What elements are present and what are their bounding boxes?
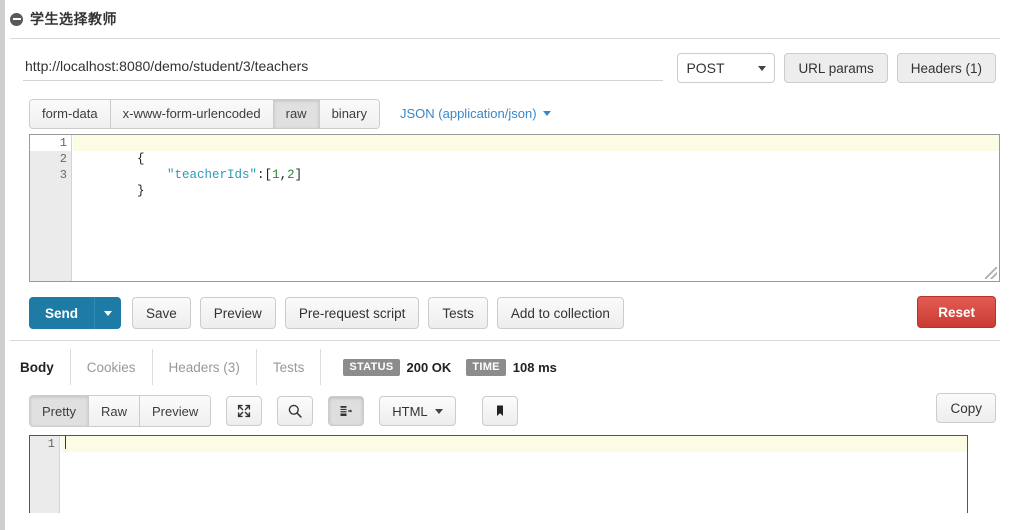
code-token: { bbox=[137, 152, 145, 166]
save-button[interactable]: Save bbox=[132, 297, 191, 329]
status-badge-label: STATUS bbox=[343, 358, 400, 376]
method-select[interactable]: POST bbox=[677, 53, 776, 83]
response-tab-headers[interactable]: Headers (3) bbox=[153, 349, 257, 385]
add-to-collection-button[interactable]: Add to collection bbox=[496, 297, 624, 329]
request-actions-row: Send Save Preview Pre-request script Tes… bbox=[5, 282, 1010, 330]
time-badge-label: TIME bbox=[466, 358, 506, 376]
view-mode-pretty[interactable]: Pretty bbox=[30, 396, 89, 426]
view-mode-preview[interactable]: Preview bbox=[139, 396, 211, 426]
pre-request-script-button[interactable]: Pre-request script bbox=[284, 297, 420, 329]
code-token-key: "teacherIds" bbox=[167, 168, 258, 182]
url-params-button[interactable]: URL params bbox=[784, 53, 888, 83]
code-line: "teacherIds":[1,2] bbox=[73, 151, 999, 182]
response-format-label: HTML bbox=[392, 403, 428, 419]
response-body-editor[interactable]: 1 bbox=[29, 435, 968, 513]
expand-arrows-icon-button[interactable] bbox=[226, 396, 263, 426]
body-type-binary[interactable]: binary bbox=[319, 99, 379, 128]
status-value: 200 OK bbox=[406, 359, 452, 375]
request-url-row: POST URL params Headers (1) bbox=[5, 39, 1010, 85]
body-type-segmented-control: form-data x-www-form-urlencoded raw bina… bbox=[29, 98, 380, 129]
gutter-line-number: 2 bbox=[59, 152, 67, 166]
wrap-lines-icon bbox=[340, 406, 353, 416]
bookmark-icon bbox=[496, 405, 503, 416]
response-format-dropdown[interactable]: HTML bbox=[379, 396, 456, 426]
chevron-down-icon bbox=[758, 65, 767, 71]
page-title: 学生选择教师 bbox=[30, 11, 117, 27]
response-tab-tests[interactable]: Tests bbox=[257, 349, 322, 385]
expand-arrows-icon bbox=[238, 404, 251, 418]
code-token: , bbox=[279, 168, 288, 182]
caret-down-icon bbox=[104, 310, 113, 316]
send-button[interactable]: Send bbox=[29, 297, 95, 329]
reset-button[interactable]: Reset bbox=[917, 296, 996, 328]
tests-button[interactable]: Tests bbox=[428, 297, 488, 329]
code-line bbox=[61, 436, 967, 452]
caret-down-icon bbox=[434, 408, 443, 414]
request-editor-gutter: 1 ▾ 2 3 bbox=[30, 135, 78, 281]
copy-button[interactable]: Copy bbox=[936, 393, 996, 423]
line-number-text: 1 bbox=[59, 136, 67, 150]
search-icon-button[interactable] bbox=[277, 396, 314, 426]
method-select-value: POST bbox=[686, 60, 725, 76]
bookmark-icon-button[interactable] bbox=[481, 396, 518, 426]
response-tabs: Body Cookies Headers (3) Tests STATUS 20… bbox=[5, 349, 1010, 385]
code-token: ] bbox=[294, 168, 303, 182]
view-mode-raw[interactable]: Raw bbox=[88, 396, 140, 426]
url-input[interactable] bbox=[23, 55, 664, 81]
chevron-down-icon bbox=[542, 111, 551, 116]
time-value: 108 ms bbox=[512, 359, 557, 375]
code-token: } bbox=[137, 184, 145, 198]
response-toolbar: Pretty Raw Preview HTML Copy bbox=[5, 385, 1010, 429]
gutter-line-number: 3 bbox=[59, 168, 67, 182]
body-type-urlencoded[interactable]: x-www-form-urlencoded bbox=[110, 99, 274, 128]
postman-interceptor-page: 学生选择教师 POST URL params Headers (1) form-… bbox=[5, 0, 1010, 530]
preview-button[interactable]: Preview bbox=[199, 297, 276, 329]
response-tab-cookies[interactable]: Cookies bbox=[71, 349, 153, 385]
request-editor-code[interactable]: { "teacherIds":[1,2] } bbox=[73, 135, 999, 281]
gutter-line-number: 1 bbox=[47, 437, 55, 451]
send-options-button[interactable] bbox=[94, 297, 122, 329]
response-status-group: STATUS 200 OK TIME 108 ms bbox=[321, 349, 565, 385]
headers-button[interactable]: Headers (1) bbox=[896, 53, 996, 83]
text-cursor bbox=[65, 436, 66, 449]
code-token: :[ bbox=[257, 168, 273, 182]
request-body-editor[interactable]: 1 ▾ 2 3 { "teacherIds":[1,2] } bbox=[29, 134, 1000, 282]
editor-resize-handle[interactable] bbox=[985, 267, 997, 279]
response-section-divider bbox=[10, 340, 1000, 341]
body-type-form-data[interactable]: form-data bbox=[30, 99, 111, 128]
code-token-number: 1 bbox=[272, 168, 280, 182]
content-type-label: JSON (application/json) bbox=[400, 106, 537, 121]
window-titlebar: 学生选择教师 bbox=[5, 0, 1010, 38]
content-type-dropdown[interactable]: JSON (application/json) bbox=[400, 106, 551, 121]
send-button-group: Send bbox=[29, 297, 122, 329]
code-line: { bbox=[73, 135, 999, 166]
response-editor-code[interactable] bbox=[61, 436, 967, 513]
code-token-number: 2 bbox=[287, 168, 295, 182]
body-type-raw[interactable]: raw bbox=[273, 99, 320, 128]
gutter-line-number: 1 ▾ bbox=[30, 135, 78, 151]
response-view-mode-control: Pretty Raw Preview bbox=[29, 395, 212, 427]
search-icon bbox=[288, 404, 302, 418]
circle-minus-icon[interactable] bbox=[10, 12, 23, 26]
response-tab-body[interactable]: Body bbox=[10, 349, 71, 385]
body-type-row: form-data x-www-form-urlencoded raw bina… bbox=[5, 85, 1010, 129]
response-editor-gutter: 1 bbox=[30, 436, 60, 513]
wrap-lines-icon-button[interactable] bbox=[328, 396, 365, 426]
